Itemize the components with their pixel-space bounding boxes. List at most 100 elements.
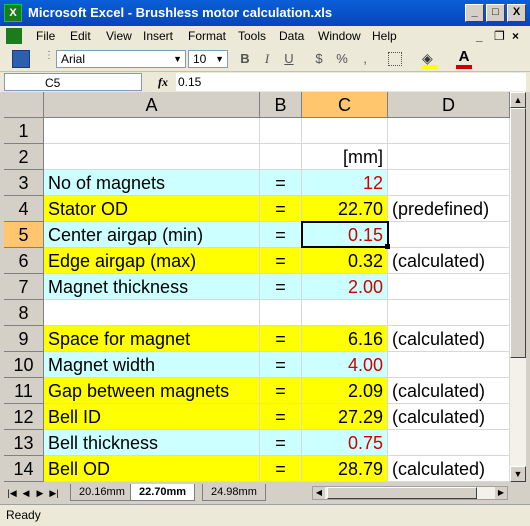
cell-a10[interactable]: Magnet width [44,352,260,378]
cell-a11[interactable]: Gap between magnets [44,378,260,404]
cell-a14[interactable]: Bell OD [44,456,260,482]
first-sheet-icon[interactable]: |◀ [6,486,18,500]
vertical-scrollbar[interactable]: ▲ ▼ [510,92,526,482]
last-sheet-icon[interactable]: ▶| [48,486,60,500]
scroll-right-icon[interactable]: ▶ [495,487,507,499]
cell-a3[interactable]: No of magnets [44,170,260,196]
row-header-7[interactable]: 7 [4,274,44,300]
next-sheet-icon[interactable]: ▶ [34,486,46,500]
cell-b8[interactable] [260,300,302,326]
cell-b2[interactable] [260,144,302,170]
menu-edit[interactable]: Edit [68,26,93,46]
cell-d10[interactable] [388,352,510,378]
cell-d8[interactable] [388,300,510,326]
document-icon[interactable] [6,28,22,44]
cell-d9[interactable]: (calculated) [388,326,510,352]
cell-a4[interactable]: Stator OD [44,196,260,222]
menu-file[interactable]: File [34,26,57,46]
column-header-b[interactable]: B [260,92,302,118]
cell-a2[interactable] [44,144,260,170]
menu-help[interactable]: Help [370,26,399,46]
cell-b6[interactable]: = [260,248,302,274]
scroll-down-icon[interactable]: ▼ [510,466,526,482]
cell-c14[interactable]: 28.79 [302,456,388,482]
maximize-button[interactable]: □ [486,4,505,22]
minimize-button[interactable]: _ [465,4,484,22]
cell-d11[interactable]: (calculated) [388,378,510,404]
worksheet-grid[interactable]: A B C D 1 2 [mm] 3 No of magnets = 12 4 Stator O… [4,92,510,482]
cell-c9[interactable]: 6.16 [302,326,388,352]
doc-restore-button[interactable]: ❐ [492,26,507,46]
name-box[interactable]: C5 [4,73,142,91]
select-all-corner[interactable] [4,92,44,118]
menu-insert[interactable]: Insert [141,26,175,46]
cell-c2[interactable]: [mm] [302,144,388,170]
bold-button[interactable]: B [236,50,254,68]
scroll-up-icon[interactable]: ▲ [510,92,526,108]
cell-b3[interactable]: = [260,170,302,196]
cell-b10[interactable]: = [260,352,302,378]
cell-c6[interactable]: 0.32 [302,248,388,274]
fill-color-icon[interactable]: ◈ [422,50,438,66]
font-size-select[interactable]: 10 ▼ [188,50,228,68]
cell-d4[interactable]: (predefined) [388,196,510,222]
menu-tools[interactable]: Tools [236,26,268,46]
cell-a1[interactable] [44,118,260,144]
cell-b5[interactable]: = [260,222,302,248]
cell-a5[interactable]: Center airgap (min) [44,222,260,248]
cell-b14[interactable]: = [260,456,302,482]
cell-c12[interactable]: 27.29 [302,404,388,430]
cell-b12[interactable]: = [260,404,302,430]
row-header-13[interactable]: 13 [4,430,44,456]
cell-d7[interactable] [388,274,510,300]
cell-a9[interactable]: Space for magnet [44,326,260,352]
cell-c7[interactable]: 2.00 [302,274,388,300]
close-button[interactable]: X [507,4,526,22]
cell-b1[interactable] [260,118,302,144]
font-color-icon[interactable]: A [456,49,472,65]
row-header-2[interactable]: 2 [4,144,44,170]
column-header-c[interactable]: C [302,92,388,118]
row-header-4[interactable]: 4 [4,196,44,222]
menu-data[interactable]: Data [277,26,306,46]
row-header-10[interactable]: 10 [4,352,44,378]
cell-b13[interactable]: = [260,430,302,456]
cell-c10[interactable]: 4.00 [302,352,388,378]
row-header-14[interactable]: 14 [4,456,44,482]
cell-b9[interactable]: = [260,326,302,352]
vertical-scroll-thumb[interactable] [510,108,526,358]
formula-input[interactable]: 0.15 [176,73,526,91]
cell-a6[interactable]: Edge airgap (max) [44,248,260,274]
cell-c4[interactable]: 22.70 [302,196,388,222]
cell-b11[interactable]: = [260,378,302,404]
row-header-3[interactable]: 3 [4,170,44,196]
font-name-select[interactable]: Arial ▼ [56,50,186,68]
save-icon[interactable] [12,50,30,68]
row-header-5[interactable]: 5 [4,222,44,248]
underline-button[interactable]: U [280,50,298,68]
fx-icon[interactable]: fx [158,73,168,91]
cell-a7[interactable]: Magnet thickness [44,274,260,300]
currency-button[interactable]: $ [310,50,328,68]
cell-d14[interactable]: (calculated) [388,456,510,482]
horizontal-scroll-thumb[interactable] [327,487,477,499]
cell-c3[interactable]: 12 [302,170,388,196]
cell-c8[interactable] [302,300,388,326]
fill-handle[interactable] [385,244,390,249]
menu-format[interactable]: Format [186,26,228,46]
cell-d6[interactable]: (calculated) [388,248,510,274]
row-header-11[interactable]: 11 [4,378,44,404]
cell-b7[interactable]: = [260,274,302,300]
borders-icon[interactable] [388,52,402,66]
cell-c13[interactable]: 0.75 [302,430,388,456]
row-header-6[interactable]: 6 [4,248,44,274]
italic-button[interactable]: I [258,50,276,68]
excel-app-icon[interactable]: X [4,4,22,22]
cell-a12[interactable]: Bell ID [44,404,260,430]
cell-b4[interactable]: = [260,196,302,222]
cell-d1[interactable] [388,118,510,144]
cell-c11[interactable]: 2.09 [302,378,388,404]
row-header-12[interactable]: 12 [4,404,44,430]
menu-view[interactable]: View [104,26,134,46]
cell-c1[interactable] [302,118,388,144]
